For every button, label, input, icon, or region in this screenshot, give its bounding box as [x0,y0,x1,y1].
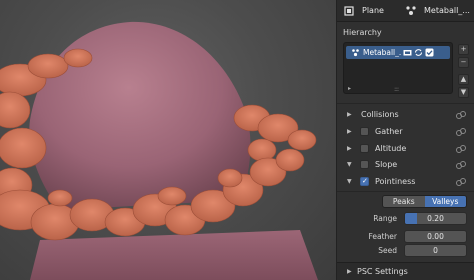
range-slider[interactable]: 0.20 [404,212,467,225]
subpanel-psc-settings[interactable]: ▶ PSC Settings [337,262,474,280]
checkbox-icon[interactable] [425,48,434,57]
subpanel-collisions[interactable]: ▶ Collisions [337,106,474,123]
gather-checkbox[interactable] [360,127,369,136]
properties-panel: Plane Metaball_... Hierarchy Metaball_..… [336,0,474,280]
subpanel-label: Pointiness [375,177,416,186]
seed-value: 0 [433,246,438,255]
list-item-label: Metaball_... [363,48,401,57]
metaball-icon [351,48,360,57]
subpanel-label: Gather [375,127,403,136]
subpanel-pointiness[interactable]: ▼ Pointiness [337,173,474,190]
add-item-button[interactable]: + [458,44,469,55]
slope-checkbox[interactable] [360,160,369,169]
list-item[interactable]: Metaball_... [346,46,450,59]
range-slider-fill [405,213,418,224]
hierarchy-title: Hierarchy [343,28,382,37]
chevron-right-icon: ▶ [347,128,352,135]
mound-mesh [29,21,251,211]
move-down-button[interactable]: ▼ [458,87,469,98]
subpanel-label: Slope [375,160,398,169]
expand-icon[interactable]: ▸ [348,85,351,92]
seed-label: Seed [378,246,397,255]
metaball-name: Metaball_... [424,6,470,15]
link-icon[interactable] [455,126,467,138]
object-selector[interactable]: Plane [337,0,399,22]
metaball-icon [405,5,417,17]
divider [337,191,474,192]
chevron-right-icon: ▶ [347,268,352,275]
subpanel-gather[interactable]: ▶ Gather [337,123,474,140]
camera-icon[interactable] [403,48,412,57]
3d-viewport[interactable] [0,0,336,280]
divider [337,103,474,104]
link-icon[interactable] [455,176,467,188]
plane-mesh [30,230,318,280]
link-icon[interactable] [455,143,467,155]
subpanel-label: PSC Settings [357,267,408,276]
plane-object-icon [343,5,355,17]
chevron-right-icon: ▶ [347,145,352,152]
hierarchy-list[interactable]: Metaball_... ▸ :::: [343,42,453,94]
chevron-down-icon: ▼ [347,178,352,185]
pointiness-checkbox[interactable] [360,177,369,186]
refresh-icon[interactable] [414,48,423,57]
peaks-option[interactable]: Peaks [383,196,425,207]
remove-item-button[interactable]: − [458,57,469,68]
mode-toggle: Peaks Valleys [382,195,467,208]
link-icon[interactable] [455,109,467,121]
feather-field[interactable]: 0.00 [404,230,467,243]
viewport-scene [0,21,318,280]
subpanel-label: Altitude [375,144,407,153]
move-up-button[interactable]: ▲ [458,74,469,85]
panel-header: Plane Metaball_... [337,0,474,22]
feather-label: Feather [368,232,397,241]
range-value: 0.20 [427,214,444,223]
resize-grip-icon[interactable]: :::: [394,86,399,93]
seed-field[interactable]: 0 [404,244,467,257]
altitude-checkbox[interactable] [360,144,369,153]
range-label: Range [373,214,397,223]
subpanel-label: Collisions [361,110,399,119]
link-icon[interactable] [455,159,467,171]
chevron-right-icon: ▶ [347,111,352,118]
subpanel-slope[interactable]: ▼ Slope [337,156,474,173]
list-side-buttons: + − ▲ ▼ [458,44,470,100]
valleys-option[interactable]: Valleys [424,196,466,207]
subpanel-altitude[interactable]: ▶ Altitude [337,140,474,157]
chevron-down-icon: ▼ [347,161,352,168]
object-name: Plane [362,6,384,15]
metaball-selector[interactable]: Metaball_... [399,0,474,22]
feather-value: 0.00 [427,232,444,241]
